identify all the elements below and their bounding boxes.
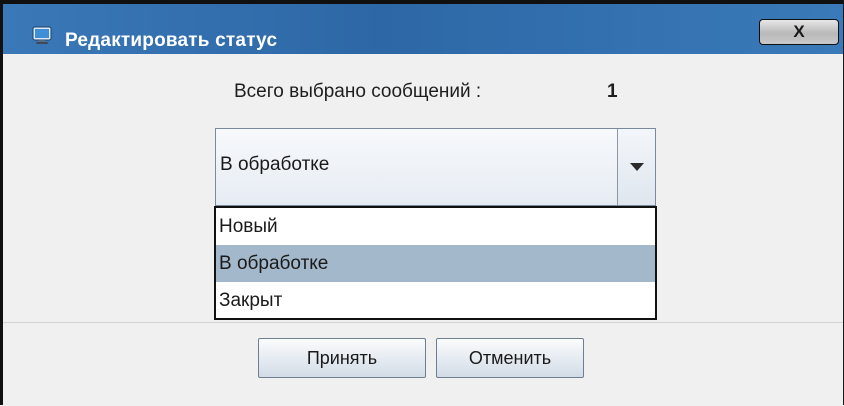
combobox-arrow-button[interactable]: [617, 129, 655, 205]
status-selected-value: В обработке: [220, 154, 330, 175]
status-option-new[interactable]: Новый: [216, 208, 655, 245]
title-bar[interactable]: Редактировать статус X: [3, 4, 843, 54]
status-option-in-progress[interactable]: В обработке: [216, 245, 655, 282]
status-combobox[interactable]: В обработке: [215, 128, 656, 206]
status-dropdown-list: Новый В обработке Закрыт: [214, 206, 657, 320]
close-button[interactable]: X: [759, 19, 839, 45]
app-monitor-icon: [31, 24, 53, 46]
status-option-closed[interactable]: Закрыт: [216, 282, 655, 319]
selected-count-value: 1: [607, 81, 618, 102]
button-panel: Принять Отменить: [3, 322, 843, 406]
accept-button[interactable]: Принять: [258, 338, 426, 378]
close-icon: X: [793, 22, 805, 41]
dialog-title: Редактировать статус: [65, 30, 278, 51]
cancel-button[interactable]: Отменить: [436, 338, 584, 378]
selected-count-label: Всего выбрано сообщений :: [234, 81, 482, 102]
edit-status-dialog: Редактировать статус X Всего выбрано соо…: [0, 0, 844, 406]
chevron-down-icon: [630, 163, 644, 171]
